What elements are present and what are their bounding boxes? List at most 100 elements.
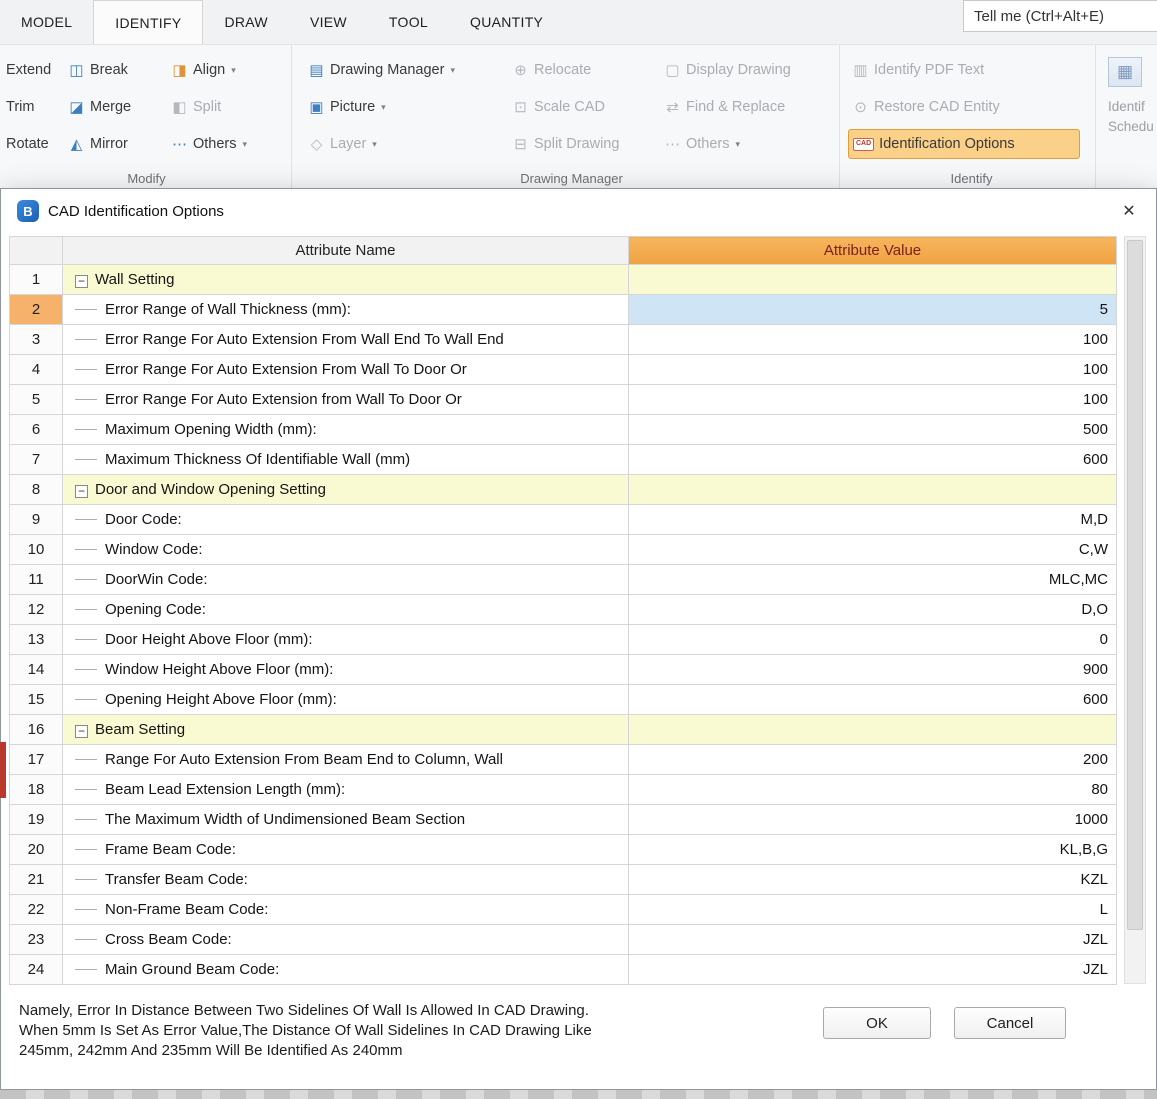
attribute-name-cell[interactable]: Non-Frame Beam Code: xyxy=(63,895,629,925)
attribute-value-cell[interactable]: KZL xyxy=(629,865,1117,895)
attribute-name-cell[interactable]: Frame Beam Code: xyxy=(63,835,629,865)
table-row[interactable]: 14Window Height Above Floor (mm):900 xyxy=(10,655,1117,685)
collapse-icon[interactable]: − xyxy=(75,275,88,288)
row-number[interactable]: 20 xyxy=(10,835,63,865)
table-row[interactable]: 5Error Range For Auto Extension from Wal… xyxy=(10,385,1117,415)
attribute-value-cell[interactable]: M,D xyxy=(629,505,1117,535)
attribute-name-cell[interactable]: Opening Code: xyxy=(63,595,629,625)
attribute-name-cell[interactable]: DoorWin Code: xyxy=(63,565,629,595)
table-row[interactable]: 23Cross Beam Code:JZL xyxy=(10,925,1117,955)
picture-button[interactable]: ▣Picture▾ xyxy=(304,92,508,122)
attribute-name-cell[interactable]: Cross Beam Code: xyxy=(63,925,629,955)
table-row[interactable]: 12Opening Code:D,O xyxy=(10,595,1117,625)
ok-button[interactable]: OK xyxy=(823,1007,931,1039)
table-row[interactable]: 3Error Range For Auto Extension From Wal… xyxy=(10,325,1117,355)
tell-me-input[interactable]: Tell me (Ctrl+Alt+E) xyxy=(963,0,1157,32)
attribute-name-cell[interactable]: −Beam Setting xyxy=(63,715,629,745)
row-number[interactable]: 23 xyxy=(10,925,63,955)
row-number[interactable]: 24 xyxy=(10,955,63,985)
attribute-value-cell[interactable]: 600 xyxy=(629,445,1117,475)
attribute-value-cell[interactable]: 80 xyxy=(629,775,1117,805)
mirror-button[interactable]: ◭Mirror xyxy=(64,129,167,159)
attribute-name-cell[interactable]: Door Height Above Floor (mm): xyxy=(63,625,629,655)
table-row[interactable]: 8−Door and Window Opening Setting xyxy=(10,475,1117,505)
row-number[interactable]: 22 xyxy=(10,895,63,925)
cancel-button[interactable]: Cancel xyxy=(954,1007,1066,1039)
row-number[interactable]: 15 xyxy=(10,685,63,715)
attribute-name-cell[interactable]: Main Ground Beam Code: xyxy=(63,955,629,985)
table-row[interactable]: 13Door Height Above Floor (mm):0 xyxy=(10,625,1117,655)
attribute-name-cell[interactable]: Opening Height Above Floor (mm): xyxy=(63,685,629,715)
collapse-icon[interactable]: − xyxy=(75,485,88,498)
row-number[interactable]: 5 xyxy=(10,385,63,415)
tab-identify[interactable]: IDENTIFY xyxy=(93,0,203,44)
attribute-name-cell[interactable]: Window Height Above Floor (mm): xyxy=(63,655,629,685)
table-row[interactable]: 17Range For Auto Extension From Beam End… xyxy=(10,745,1117,775)
merge-button[interactable]: ◪Merge xyxy=(64,92,167,122)
attribute-value-cell[interactable]: 0 xyxy=(629,625,1117,655)
row-number[interactable]: 18 xyxy=(10,775,63,805)
drawing-manager-button[interactable]: ▤Drawing Manager▾ xyxy=(304,55,508,85)
rotate-button[interactable]: Rotate xyxy=(2,129,64,159)
identify-schedule-button[interactable]: ▦ Identif Schedu xyxy=(1096,45,1157,188)
row-number[interactable]: 3 xyxy=(10,325,63,355)
attribute-value-cell[interactable]: D,O xyxy=(629,595,1117,625)
attribute-name-cell[interactable]: −Door and Window Opening Setting xyxy=(63,475,629,505)
attribute-name-cell[interactable]: The Maximum Width of Undimensioned Beam … xyxy=(63,805,629,835)
attribute-value-cell[interactable]: MLC,MC xyxy=(629,565,1117,595)
row-number[interactable]: 7 xyxy=(10,445,63,475)
attribute-name-cell[interactable]: Door Code: xyxy=(63,505,629,535)
break-button[interactable]: ◫Break xyxy=(64,55,167,85)
trim-button[interactable]: Trim xyxy=(2,92,64,122)
attribute-name-cell[interactable]: Beam Lead Extension Length (mm): xyxy=(63,775,629,805)
attribute-value-cell[interactable] xyxy=(629,265,1117,295)
table-row[interactable]: 11DoorWin Code:MLC,MC xyxy=(10,565,1117,595)
row-number[interactable]: 17 xyxy=(10,745,63,775)
table-row[interactable]: 6Maximum Opening Width (mm):500 xyxy=(10,415,1117,445)
row-number[interactable]: 2 xyxy=(10,295,63,325)
row-number[interactable]: 9 xyxy=(10,505,63,535)
attribute-value-cell[interactable]: 5 xyxy=(629,295,1117,325)
align-button[interactable]: ◨Align▾ xyxy=(167,55,289,85)
attribute-name-cell[interactable]: Error Range of Wall Thickness (mm): xyxy=(63,295,629,325)
attribute-name-cell[interactable]: Range For Auto Extension From Beam End t… xyxy=(63,745,629,775)
table-row[interactable]: 19The Maximum Width of Undimensioned Bea… xyxy=(10,805,1117,835)
table-row[interactable]: 1−Wall Setting xyxy=(10,265,1117,295)
attribute-value-cell[interactable]: KL,B,G xyxy=(629,835,1117,865)
row-number[interactable]: 4 xyxy=(10,355,63,385)
vertical-scrollbar[interactable] xyxy=(1124,236,1146,984)
attribute-value-cell[interactable]: 100 xyxy=(629,325,1117,355)
attribute-value-cell[interactable]: C,W xyxy=(629,535,1117,565)
tab-view[interactable]: VIEW xyxy=(289,0,368,44)
attribute-name-cell[interactable]: Maximum Thickness Of Identifiable Wall (… xyxy=(63,445,629,475)
tab-draw[interactable]: DRAW xyxy=(203,0,288,44)
attribute-value-cell[interactable]: L xyxy=(629,895,1117,925)
identification-options-button[interactable]: CADIdentification Options xyxy=(848,129,1080,159)
table-row[interactable]: 22Non-Frame Beam Code:L xyxy=(10,895,1117,925)
attribute-name-cell[interactable]: Maximum Opening Width (mm): xyxy=(63,415,629,445)
table-row[interactable]: 20Frame Beam Code:KL,B,G xyxy=(10,835,1117,865)
row-number[interactable]: 11 xyxy=(10,565,63,595)
close-icon[interactable]: ✕ xyxy=(1118,200,1140,222)
attribute-value-cell[interactable]: JZL xyxy=(629,955,1117,985)
attribute-value-cell[interactable]: JZL xyxy=(629,925,1117,955)
collapse-icon[interactable]: − xyxy=(75,725,88,738)
attribute-name-cell[interactable]: Error Range For Auto Extension From Wall… xyxy=(63,325,629,355)
table-row[interactable]: 21Transfer Beam Code:KZL xyxy=(10,865,1117,895)
table-row[interactable]: 9Door Code:M,D xyxy=(10,505,1117,535)
attribute-value-cell[interactable] xyxy=(629,715,1117,745)
attribute-value-cell[interactable]: 100 xyxy=(629,385,1117,415)
others-button[interactable]: ⋯Others▾ xyxy=(167,129,289,159)
attribute-value-cell[interactable]: 900 xyxy=(629,655,1117,685)
dialog-titlebar[interactable]: B CAD Identification Options ✕ xyxy=(1,189,1156,233)
attribute-value-cell[interactable]: 500 xyxy=(629,415,1117,445)
attribute-value-cell[interactable]: 100 xyxy=(629,355,1117,385)
row-number[interactable]: 14 xyxy=(10,655,63,685)
attribute-value-cell[interactable] xyxy=(629,475,1117,505)
attribute-name-cell[interactable]: Error Range For Auto Extension From Wall… xyxy=(63,355,629,385)
table-row[interactable]: 24Main Ground Beam Code:JZL xyxy=(10,955,1117,985)
row-number[interactable]: 21 xyxy=(10,865,63,895)
table-row[interactable]: 7Maximum Thickness Of Identifiable Wall … xyxy=(10,445,1117,475)
attribute-name-cell[interactable]: Window Code: xyxy=(63,535,629,565)
tab-tool[interactable]: TOOL xyxy=(368,0,449,44)
